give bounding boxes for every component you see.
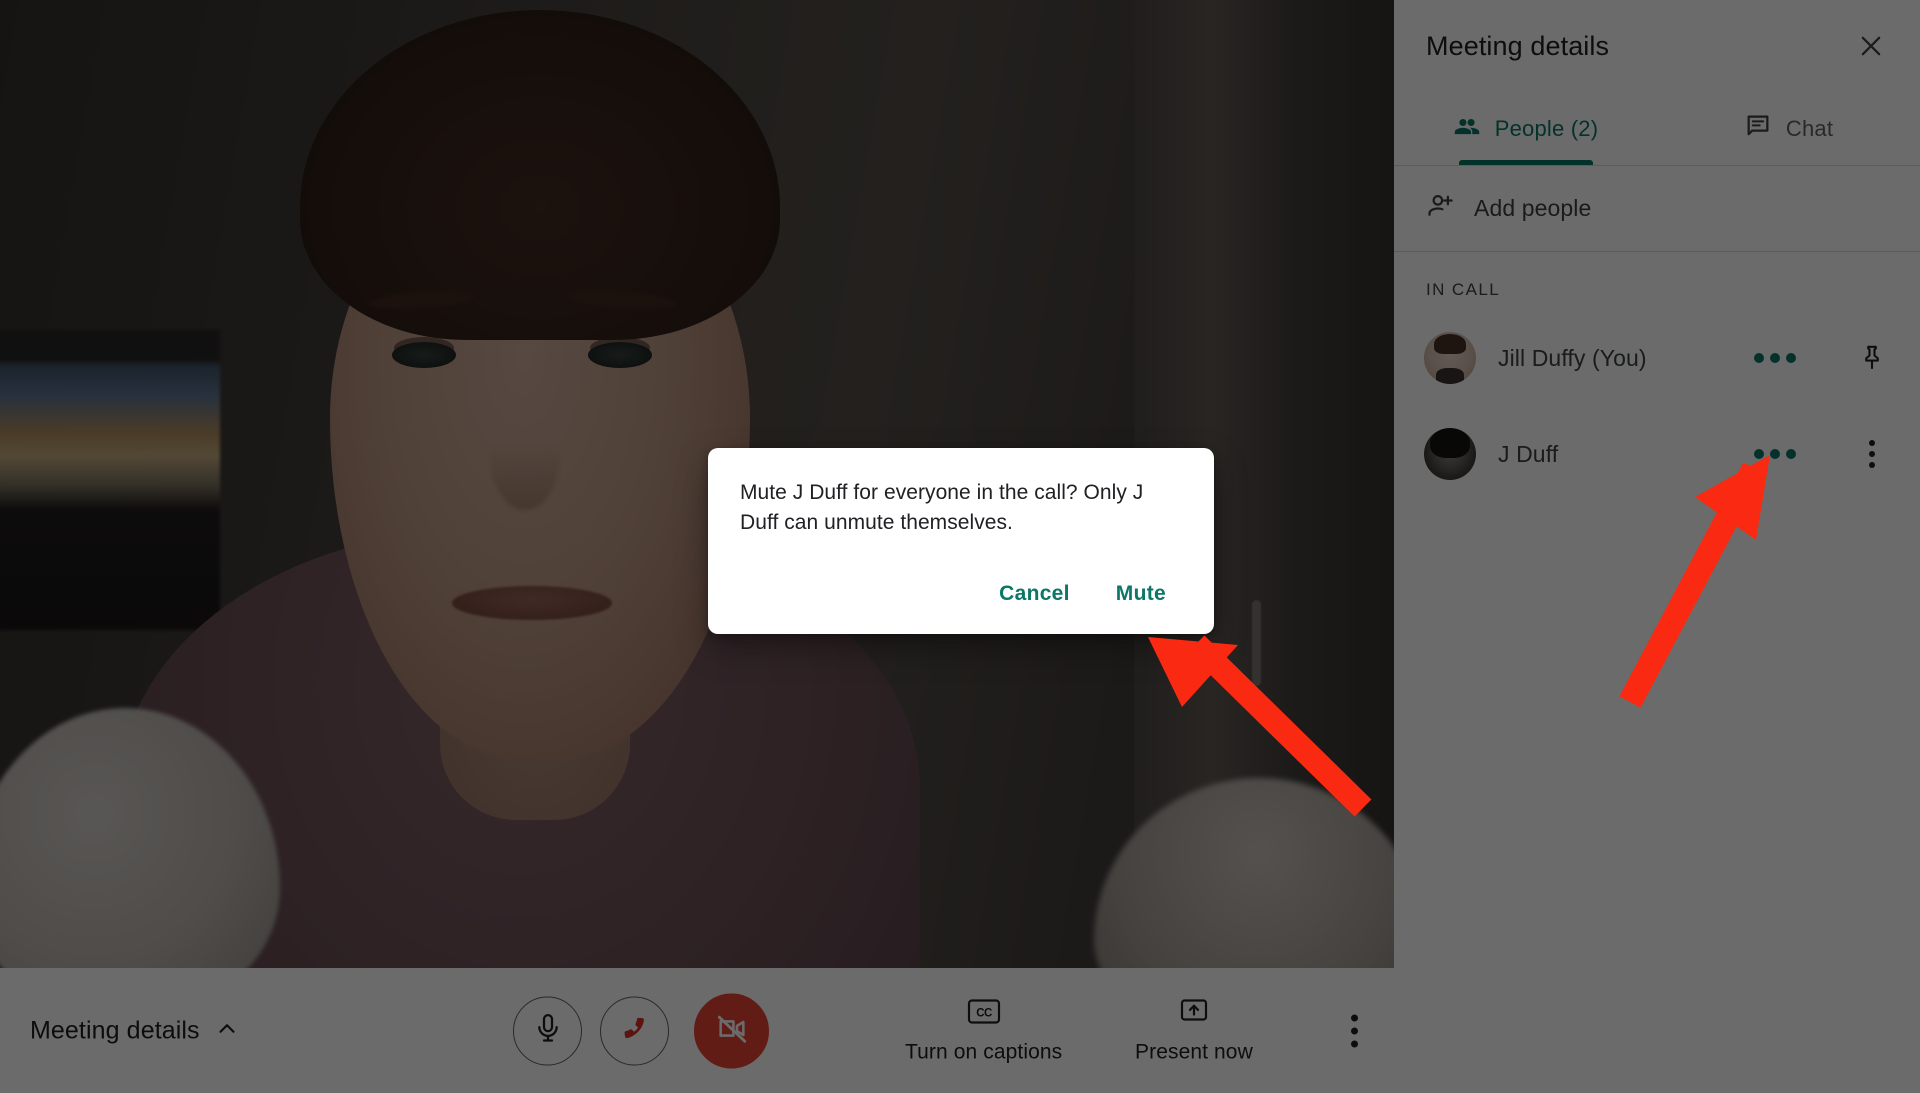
avatar bbox=[1424, 428, 1476, 480]
participant-row-j-duff[interactable]: J Duff bbox=[1394, 406, 1920, 502]
kebab-dot bbox=[1869, 462, 1875, 468]
tab-people-label: People (2) bbox=[1494, 115, 1599, 141]
add-people-button[interactable]: Add people bbox=[1394, 166, 1920, 252]
more-options-kebab-icon[interactable] bbox=[1850, 432, 1894, 476]
audio-dot bbox=[1786, 449, 1796, 459]
participant-name: J Duff bbox=[1498, 440, 1559, 467]
tab-chat[interactable]: Chat bbox=[1657, 92, 1920, 165]
tab-chat-label: Chat bbox=[1785, 115, 1834, 141]
tab-active-indicator bbox=[1458, 160, 1593, 165]
mute-confirmation-dialog: Mute J Duff for everyone in the call? On… bbox=[708, 448, 1214, 634]
participant-name: Jill Duffy (You) bbox=[1498, 344, 1647, 371]
pin-icon[interactable] bbox=[1850, 336, 1894, 380]
audio-level-dots[interactable] bbox=[1754, 353, 1796, 363]
audio-level-dots[interactable] bbox=[1754, 449, 1796, 459]
people-icon bbox=[1453, 112, 1481, 145]
google-meet-window: Meeting details People (2) Chat Add peop… bbox=[0, 0, 1920, 1093]
person-add-icon bbox=[1426, 191, 1456, 226]
kebab-dot bbox=[1869, 440, 1875, 446]
panel-tabs: People (2) Chat bbox=[1394, 92, 1920, 166]
participant-row-jill-duffy[interactable]: Jill Duffy (You) bbox=[1394, 310, 1920, 406]
modal-scrim-toolbar bbox=[0, 968, 1394, 1093]
cancel-button[interactable]: Cancel bbox=[983, 572, 1086, 616]
meeting-details-panel: Meeting details People (2) Chat Add peop… bbox=[1394, 0, 1920, 1093]
audio-dot bbox=[1754, 353, 1764, 363]
add-people-label: Add people bbox=[1474, 195, 1592, 221]
avatar bbox=[1424, 332, 1476, 384]
close-icon[interactable] bbox=[1850, 25, 1892, 67]
audio-dot bbox=[1786, 353, 1796, 363]
chat-icon bbox=[1744, 112, 1772, 145]
section-label-in-call: IN CALL bbox=[1426, 280, 1501, 299]
mute-button[interactable]: Mute bbox=[1100, 572, 1182, 616]
panel-header: Meeting details bbox=[1394, 0, 1920, 92]
call-controls-toolbar: Meeting details bbox=[0, 968, 1394, 1093]
tab-people[interactable]: People (2) bbox=[1394, 92, 1657, 165]
kebab-dot bbox=[1869, 451, 1875, 457]
dialog-message: Mute J Duff for everyone in the call? On… bbox=[740, 481, 1144, 534]
dialog-actions: Cancel Mute bbox=[740, 572, 1182, 616]
audio-dot bbox=[1770, 353, 1780, 363]
audio-dot bbox=[1754, 449, 1764, 459]
panel-title: Meeting details bbox=[1426, 30, 1610, 61]
audio-dot bbox=[1770, 449, 1780, 459]
